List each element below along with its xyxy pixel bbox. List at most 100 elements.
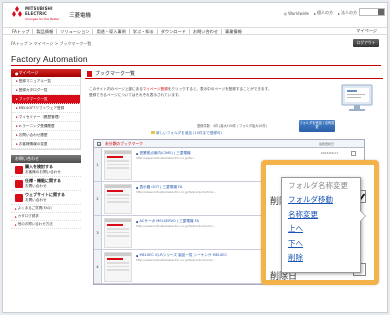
section-title: ブックマーク一覧 <box>95 71 136 77</box>
contact-sub: お問い合わせ <box>25 183 47 188</box>
menu-item-move-folder[interactable]: フォルダ移動 <box>282 193 360 208</box>
zoom-callout: 削除日 削除日 フォルダ名称変更 フォルダ移動 名称変更 上へ 下へ 削除 <box>261 160 379 285</box>
bookmark-url: http://www.mitsubishielectric.co.jp/fa/p… <box>136 258 216 262</box>
contact-title: ウェブサイトに関する <box>25 192 65 198</box>
sidebar-item-inquiries[interactable]: お問い合わせ履歴 <box>12 131 80 140</box>
brand-name: MITSUBISHI ELECTRIC <box>25 6 53 16</box>
page-icon: ▪ <box>136 185 139 190</box>
sidebar-item-manuals[interactable]: 登録マニュアル一覧 <box>12 77 80 86</box>
sidebar-item-seminar[interactable]: マイセミナー（履歴管理） <box>12 113 80 122</box>
nav-item-products[interactable]: 製品情報 <box>33 28 58 34</box>
corporate-link[interactable]: ▸ 法人の方 <box>338 10 357 16</box>
nav-item-solutions[interactable]: ソリューション <box>57 28 94 34</box>
sidebar-item-catalogs[interactable]: 登録カタログ一覧 <box>12 86 80 95</box>
title-divider <box>11 65 381 66</box>
contact-sub: お客様のお問い合わせ <box>25 169 61 174</box>
create-folder-link[interactable]: 新しいフォルダを追加 (10件まで登録可) <box>151 131 222 136</box>
menu-pointer-inner <box>360 211 365 221</box>
brand-tagline: Changes for the Better <box>25 17 60 21</box>
row-number: 1 <box>94 148 102 181</box>
sidebar-item-profile[interactable]: お客様情報の変更 <box>12 140 80 149</box>
personal-link[interactable]: ▸ 個人の方 <box>314 10 333 16</box>
contact-box: お問い合わせ 購入を検討する お客様のお問い合わせ 仕様・機能に関する お問い合わせ… <box>11 155 81 229</box>
breadcrumb: FAトップ > マイページ > ブックマーク一覧 <box>11 41 92 46</box>
chevron-right-icon: ▸ <box>313 10 316 16</box>
page-thumbnail[interactable] <box>104 252 132 282</box>
intro-part-a: このサイト内のページ上部にある <box>89 87 143 91</box>
bookmark-url: http://www.mitsubishielectric.co.jp/fa/.… <box>136 156 196 160</box>
logout-button[interactable]: ログアウト <box>353 39 379 47</box>
globe-icon: ◎ <box>283 10 288 16</box>
page-thumbnail[interactable] <box>104 150 132 180</box>
global-nav: FAトップ 製品情報 ソリューション 用途・導入事例 学ぶ・知る ダウンロード … <box>3 27 387 35</box>
contact-title: 仕様・機能に関する <box>25 178 61 184</box>
sidebar: ● マイページ 登録マニュアル一覧 登録カタログ一覧 ブックマーク一覧 MELS… <box>11 69 81 229</box>
page-title: Factory Automation <box>11 54 88 64</box>
other-contact-link[interactable]: 他のお問い合わせ方法 <box>11 221 81 229</box>
personal-label: 個人の方 <box>316 10 333 15</box>
sidebar-item-bookmarks[interactable]: ブックマーク一覧 <box>12 95 80 104</box>
bookmark-url: http://www.mitsubishielectric.co.jp/fa/p… <box>136 224 216 228</box>
row-number: 4 <box>94 250 102 283</box>
top-links: ◎ Worldwide ▸ 個人の方 ▸ 法人の方 <box>284 10 357 16</box>
section-header: ブックマーク一覧 <box>85 69 383 79</box>
create-folder-label: 新しいフォルダを追加 (10件まで登録可) <box>156 131 223 135</box>
three-diamonds-icon <box>12 6 22 17</box>
faq-link[interactable]: よくあるご質問(FAQ) <box>11 205 81 213</box>
add-folder-button[interactable]: フォルダを追加 / 名称変更 <box>299 120 335 132</box>
worldwide-link[interactable]: ◎ Worldwide <box>284 10 309 16</box>
brand-line2: ELECTRIC <box>25 10 47 16</box>
intro-part-b: をクリックすると、表示中のページを登録することができます。 <box>167 87 272 91</box>
menu-item-move-down[interactable]: 下へ <box>282 236 360 251</box>
contact-sub: お問い合わせ <box>25 197 47 202</box>
nav-item-download[interactable]: ダウンロード <box>158 28 190 34</box>
bookmark-date: 2013/04/11 <box>320 151 338 155</box>
row-checkbox[interactable] <box>351 151 356 156</box>
monitor-icon <box>15 193 23 202</box>
list-header: − 未分類のブックマーク 最終更新日 <box>94 140 364 148</box>
question-icon <box>15 179 23 188</box>
bookmark-icon <box>87 70 92 77</box>
row-number: 2 <box>94 182 102 215</box>
nav-item-learn[interactable]: 学ぶ・知る <box>130 28 158 34</box>
monitor-illustration-icon <box>341 84 373 111</box>
menu-item-rename[interactable]: 名称変更 <box>282 207 360 222</box>
page-thumbnail[interactable] <box>104 184 132 214</box>
sidebar-item-elearning[interactable]: e-ラーニング受講履歴 <box>12 122 80 131</box>
nav-item-fa-top[interactable]: FAトップ <box>9 28 34 34</box>
cart-icon <box>15 165 23 174</box>
collapse-icon[interactable]: − <box>97 141 101 146</box>
contact-website[interactable]: ウェブサイトに関する お問い合わせ <box>11 191 81 205</box>
intro-line2: 登録できるページについてはそれぞれ表示されています。 <box>89 92 182 97</box>
corp-name: 三菱電機 <box>69 13 92 19</box>
contact-purchase[interactable]: 購入を検討する お客様のお問い合わせ <box>11 163 81 177</box>
intro-highlight: マイページ登録 <box>142 87 168 91</box>
catalog-request-link[interactable]: カタログ請求 <box>11 213 81 221</box>
bookmark-context-menu: フォルダ名称変更 フォルダ移動 名称変更 上へ 下へ 削除 <box>281 177 366 273</box>
sidebar-head: ● マイページ <box>11 69 81 77</box>
search-icon[interactable] <box>378 9 384 15</box>
folder-icon <box>151 131 155 134</box>
menu-item-move-up[interactable]: 上へ <box>282 222 360 237</box>
nav-item-cases[interactable]: 用途・導入事例 <box>93 28 130 34</box>
bookmark-url: http://www.mitsubishielectric.co.jp/fa/p… <box>136 190 217 194</box>
sidebar-list: 登録マニュアル一覧 登録カタログ一覧 ブックマーク一覧 MELSOFTソフトウェ… <box>11 77 81 150</box>
mypage-link[interactable]: マイページ <box>356 28 377 34</box>
mitsubishi-logo[interactable]: MITSUBISHI ELECTRIC Changes for the Bett… <box>11 6 61 23</box>
nav-item-business[interactable]: 事業情報 <box>222 29 245 34</box>
top-header: MITSUBISHI ELECTRIC Changes for the Bett… <box>3 3 387 25</box>
page-icon: ▪ <box>136 219 139 224</box>
unclassified-folder-label[interactable]: 未分類のブックマーク <box>105 141 143 147</box>
nav-item-contact[interactable]: お問い合わせ <box>190 28 223 34</box>
row-number: 3 <box>94 216 102 249</box>
contact-spec[interactable]: 仕様・機能に関する お問い合わせ <box>11 177 81 191</box>
menu-item-delete[interactable]: 削除 <box>282 251 360 266</box>
search-input[interactable] <box>359 8 385 16</box>
page-icon: ▪ <box>136 151 139 156</box>
sidebar-item-melsoft[interactable]: MELSOFTソフトウェア登録 <box>12 104 80 113</box>
page-frame: MITSUBISHI ELECTRIC Changes for the Bett… <box>2 2 388 313</box>
sidebar-head-label: マイページ <box>18 70 39 75</box>
intro-text: このサイト内のページ上部にあるマイページ登録をクリックすると、表示中のページを登… <box>89 87 309 98</box>
page-thumbnail[interactable] <box>104 218 132 248</box>
corporate-label: 法人の方 <box>341 10 357 15</box>
